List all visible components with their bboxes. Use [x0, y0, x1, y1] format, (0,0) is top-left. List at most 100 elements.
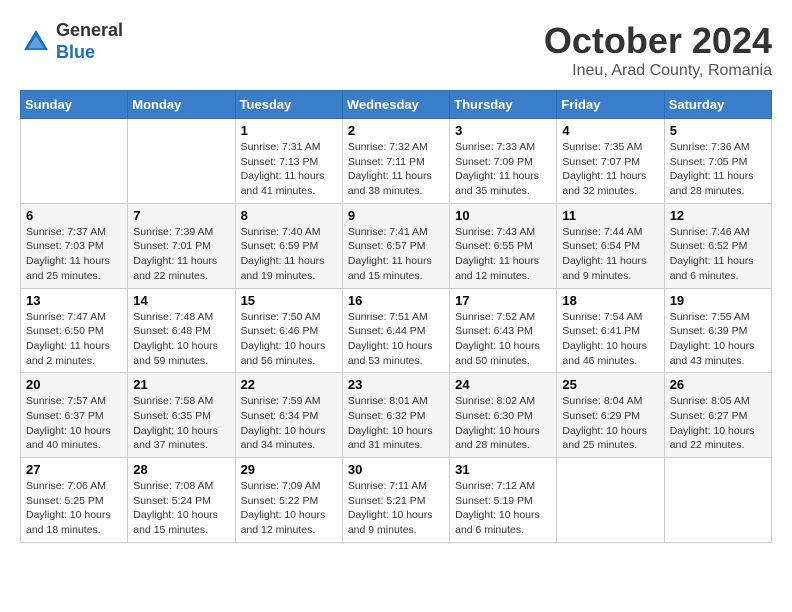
- weekday-header-row: SundayMondayTuesdayWednesdayThursdayFrid…: [21, 91, 772, 119]
- day-number: 13: [26, 293, 122, 308]
- day-info: Sunrise: 7:57 AM Sunset: 6:37 PM Dayligh…: [26, 394, 122, 453]
- day-info: Sunrise: 7:36 AM Sunset: 7:05 PM Dayligh…: [670, 140, 766, 199]
- day-number: 21: [133, 377, 229, 392]
- calendar-cell: 13Sunrise: 7:47 AM Sunset: 6:50 PM Dayli…: [21, 288, 128, 373]
- calendar-week-row: 1 Sunrise: 7:31 AM Sunset: 7:13 PM Daylig…: [21, 119, 772, 204]
- page-header: General Blue October 2024 Ineu, Arad Cou…: [20, 20, 772, 80]
- calendar-cell: 7Sunrise: 7:39 AM Sunset: 7:01 PM Daylig…: [128, 203, 235, 288]
- calendar-week-row: 6Sunrise: 7:37 AM Sunset: 7:03 PM Daylig…: [21, 203, 772, 288]
- day-number: 22: [241, 377, 337, 392]
- title-area: October 2024 Ineu, Arad County, Romania: [544, 20, 772, 80]
- day-number: 3: [455, 123, 551, 138]
- day-number: 30: [348, 462, 444, 477]
- calendar-cell: [128, 119, 235, 204]
- weekday-header: Sunday: [21, 91, 128, 119]
- calendar-cell: 23 Sunrise: 8:01 AM Sunset: 6:32 PM Dayli…: [342, 373, 449, 458]
- logo-icon: [20, 26, 52, 58]
- calendar-cell: 5Sunrise: 7:36 AM Sunset: 7:05 PM Daylig…: [664, 119, 771, 204]
- calendar-cell: 28 Sunrise: 7:08 AM Sunset: 5:24 PM Dayli…: [128, 458, 235, 543]
- day-info: Sunrise: 7:44 AM Sunset: 6:54 PM Dayligh…: [562, 225, 658, 284]
- day-number: 27: [26, 462, 122, 477]
- weekday-header: Wednesday: [342, 91, 449, 119]
- day-info: Sunrise: 7:46 AM Sunset: 6:52 PM Dayligh…: [670, 225, 766, 284]
- day-info: Sunrise: 7:55 AM Sunset: 6:39 PM Dayligh…: [670, 310, 766, 369]
- day-number: 6: [26, 208, 122, 223]
- day-number: 15: [241, 293, 337, 308]
- calendar-cell: [664, 458, 771, 543]
- calendar-cell: 18 Sunrise: 7:54 AM Sunset: 6:41 PM Dayli…: [557, 288, 664, 373]
- logo-blue: Blue: [56, 42, 95, 62]
- day-info: Sunrise: 7:50 AM Sunset: 6:46 PM Dayligh…: [241, 310, 337, 369]
- calendar-week-row: 27Sunrise: 7:06 AM Sunset: 5:25 PM Dayli…: [21, 458, 772, 543]
- calendar-cell: 2Sunrise: 7:32 AM Sunset: 7:11 PM Daylig…: [342, 119, 449, 204]
- calendar-cell: 25 Sunrise: 8:04 AM Sunset: 6:29 PM Dayli…: [557, 373, 664, 458]
- calendar-cell: 19 Sunrise: 7:55 AM Sunset: 6:39 PM Dayli…: [664, 288, 771, 373]
- day-info: Sunrise: 8:02 AM Sunset: 6:30 PM Dayligh…: [455, 394, 551, 453]
- calendar-cell: 24 Sunrise: 8:02 AM Sunset: 6:30 PM Dayli…: [450, 373, 557, 458]
- day-number: 18: [562, 293, 658, 308]
- logo: General Blue: [20, 20, 123, 63]
- weekday-header: Monday: [128, 91, 235, 119]
- day-number: 26: [670, 377, 766, 392]
- day-number: 16: [348, 293, 444, 308]
- calendar-cell: 30 Sunrise: 7:11 AM Sunset: 5:21 PM Dayli…: [342, 458, 449, 543]
- day-number: 17: [455, 293, 551, 308]
- day-number: 20: [26, 377, 122, 392]
- month-title: October 2024: [544, 20, 772, 62]
- day-number: 23: [348, 377, 444, 392]
- calendar-cell: 10Sunrise: 7:43 AM Sunset: 6:55 PM Dayli…: [450, 203, 557, 288]
- day-number: 28: [133, 462, 229, 477]
- day-info: Sunrise: 7:40 AM Sunset: 6:59 PM Dayligh…: [241, 225, 337, 284]
- day-number: 12: [670, 208, 766, 223]
- calendar-table: SundayMondayTuesdayWednesdayThursdayFrid…: [20, 90, 772, 543]
- calendar-cell: [21, 119, 128, 204]
- calendar-cell: 4 Sunrise: 7:35 AM Sunset: 7:07 PM Daylig…: [557, 119, 664, 204]
- day-info: Sunrise: 7:51 AM Sunset: 6:44 PM Dayligh…: [348, 310, 444, 369]
- day-number: 29: [241, 462, 337, 477]
- weekday-header: Friday: [557, 91, 664, 119]
- day-number: 19: [670, 293, 766, 308]
- day-number: 1: [241, 123, 337, 138]
- calendar-cell: 14Sunrise: 7:48 AM Sunset: 6:48 PM Dayli…: [128, 288, 235, 373]
- day-info: Sunrise: 7:58 AM Sunset: 6:35 PM Dayligh…: [133, 394, 229, 453]
- day-number: 4: [562, 123, 658, 138]
- day-number: 24: [455, 377, 551, 392]
- day-info: Sunrise: 7:59 AM Sunset: 6:34 PM Dayligh…: [241, 394, 337, 453]
- day-info: Sunrise: 7:54 AM Sunset: 6:41 PM Dayligh…: [562, 310, 658, 369]
- day-number: 11: [562, 208, 658, 223]
- calendar-week-row: 13Sunrise: 7:47 AM Sunset: 6:50 PM Dayli…: [21, 288, 772, 373]
- day-info: Sunrise: 7:35 AM Sunset: 7:07 PM Dayligh…: [562, 140, 658, 199]
- calendar-cell: 8Sunrise: 7:40 AM Sunset: 6:59 PM Daylig…: [235, 203, 342, 288]
- day-info: Sunrise: 8:05 AM Sunset: 6:27 PM Dayligh…: [670, 394, 766, 453]
- calendar-cell: 16 Sunrise: 7:51 AM Sunset: 6:44 PM Dayli…: [342, 288, 449, 373]
- calendar-cell: 31 Sunrise: 7:12 AM Sunset: 5:19 PM Dayli…: [450, 458, 557, 543]
- day-info: Sunrise: 7:32 AM Sunset: 7:11 PM Dayligh…: [348, 140, 444, 199]
- calendar-cell: 22 Sunrise: 7:59 AM Sunset: 6:34 PM Dayli…: [235, 373, 342, 458]
- day-info: Sunrise: 7:09 AM Sunset: 5:22 PM Dayligh…: [241, 479, 337, 538]
- day-info: Sunrise: 7:39 AM Sunset: 7:01 PM Dayligh…: [133, 225, 229, 284]
- day-info: Sunrise: 7:31 AM Sunset: 7:13 PM Dayligh…: [241, 140, 337, 199]
- calendar-cell: 15 Sunrise: 7:50 AM Sunset: 6:46 PM Dayli…: [235, 288, 342, 373]
- logo-text: General Blue: [56, 20, 123, 63]
- location-subtitle: Ineu, Arad County, Romania: [544, 62, 772, 80]
- calendar-cell: 26 Sunrise: 8:05 AM Sunset: 6:27 PM Dayli…: [664, 373, 771, 458]
- day-info: Sunrise: 7:12 AM Sunset: 5:19 PM Dayligh…: [455, 479, 551, 538]
- calendar-cell: 27Sunrise: 7:06 AM Sunset: 5:25 PM Dayli…: [21, 458, 128, 543]
- day-info: Sunrise: 7:11 AM Sunset: 5:21 PM Dayligh…: [348, 479, 444, 538]
- logo-general: General: [56, 20, 123, 40]
- day-number: 9: [348, 208, 444, 223]
- calendar-cell: 20 Sunrise: 7:57 AM Sunset: 6:37 PM Dayli…: [21, 373, 128, 458]
- day-number: 31: [455, 462, 551, 477]
- day-number: 25: [562, 377, 658, 392]
- day-info: Sunrise: 7:43 AM Sunset: 6:55 PM Dayligh…: [455, 225, 551, 284]
- weekday-header: Tuesday: [235, 91, 342, 119]
- calendar-cell: 9Sunrise: 7:41 AM Sunset: 6:57 PM Daylig…: [342, 203, 449, 288]
- calendar-cell: [557, 458, 664, 543]
- calendar-cell: 3Sunrise: 7:33 AM Sunset: 7:09 PM Daylig…: [450, 119, 557, 204]
- calendar-cell: 12 Sunrise: 7:46 AM Sunset: 6:52 PM Dayli…: [664, 203, 771, 288]
- calendar-cell: 29 Sunrise: 7:09 AM Sunset: 5:22 PM Dayli…: [235, 458, 342, 543]
- day-info: Sunrise: 8:01 AM Sunset: 6:32 PM Dayligh…: [348, 394, 444, 453]
- day-number: 14: [133, 293, 229, 308]
- day-info: Sunrise: 8:04 AM Sunset: 6:29 PM Dayligh…: [562, 394, 658, 453]
- day-info: Sunrise: 7:08 AM Sunset: 5:24 PM Dayligh…: [133, 479, 229, 538]
